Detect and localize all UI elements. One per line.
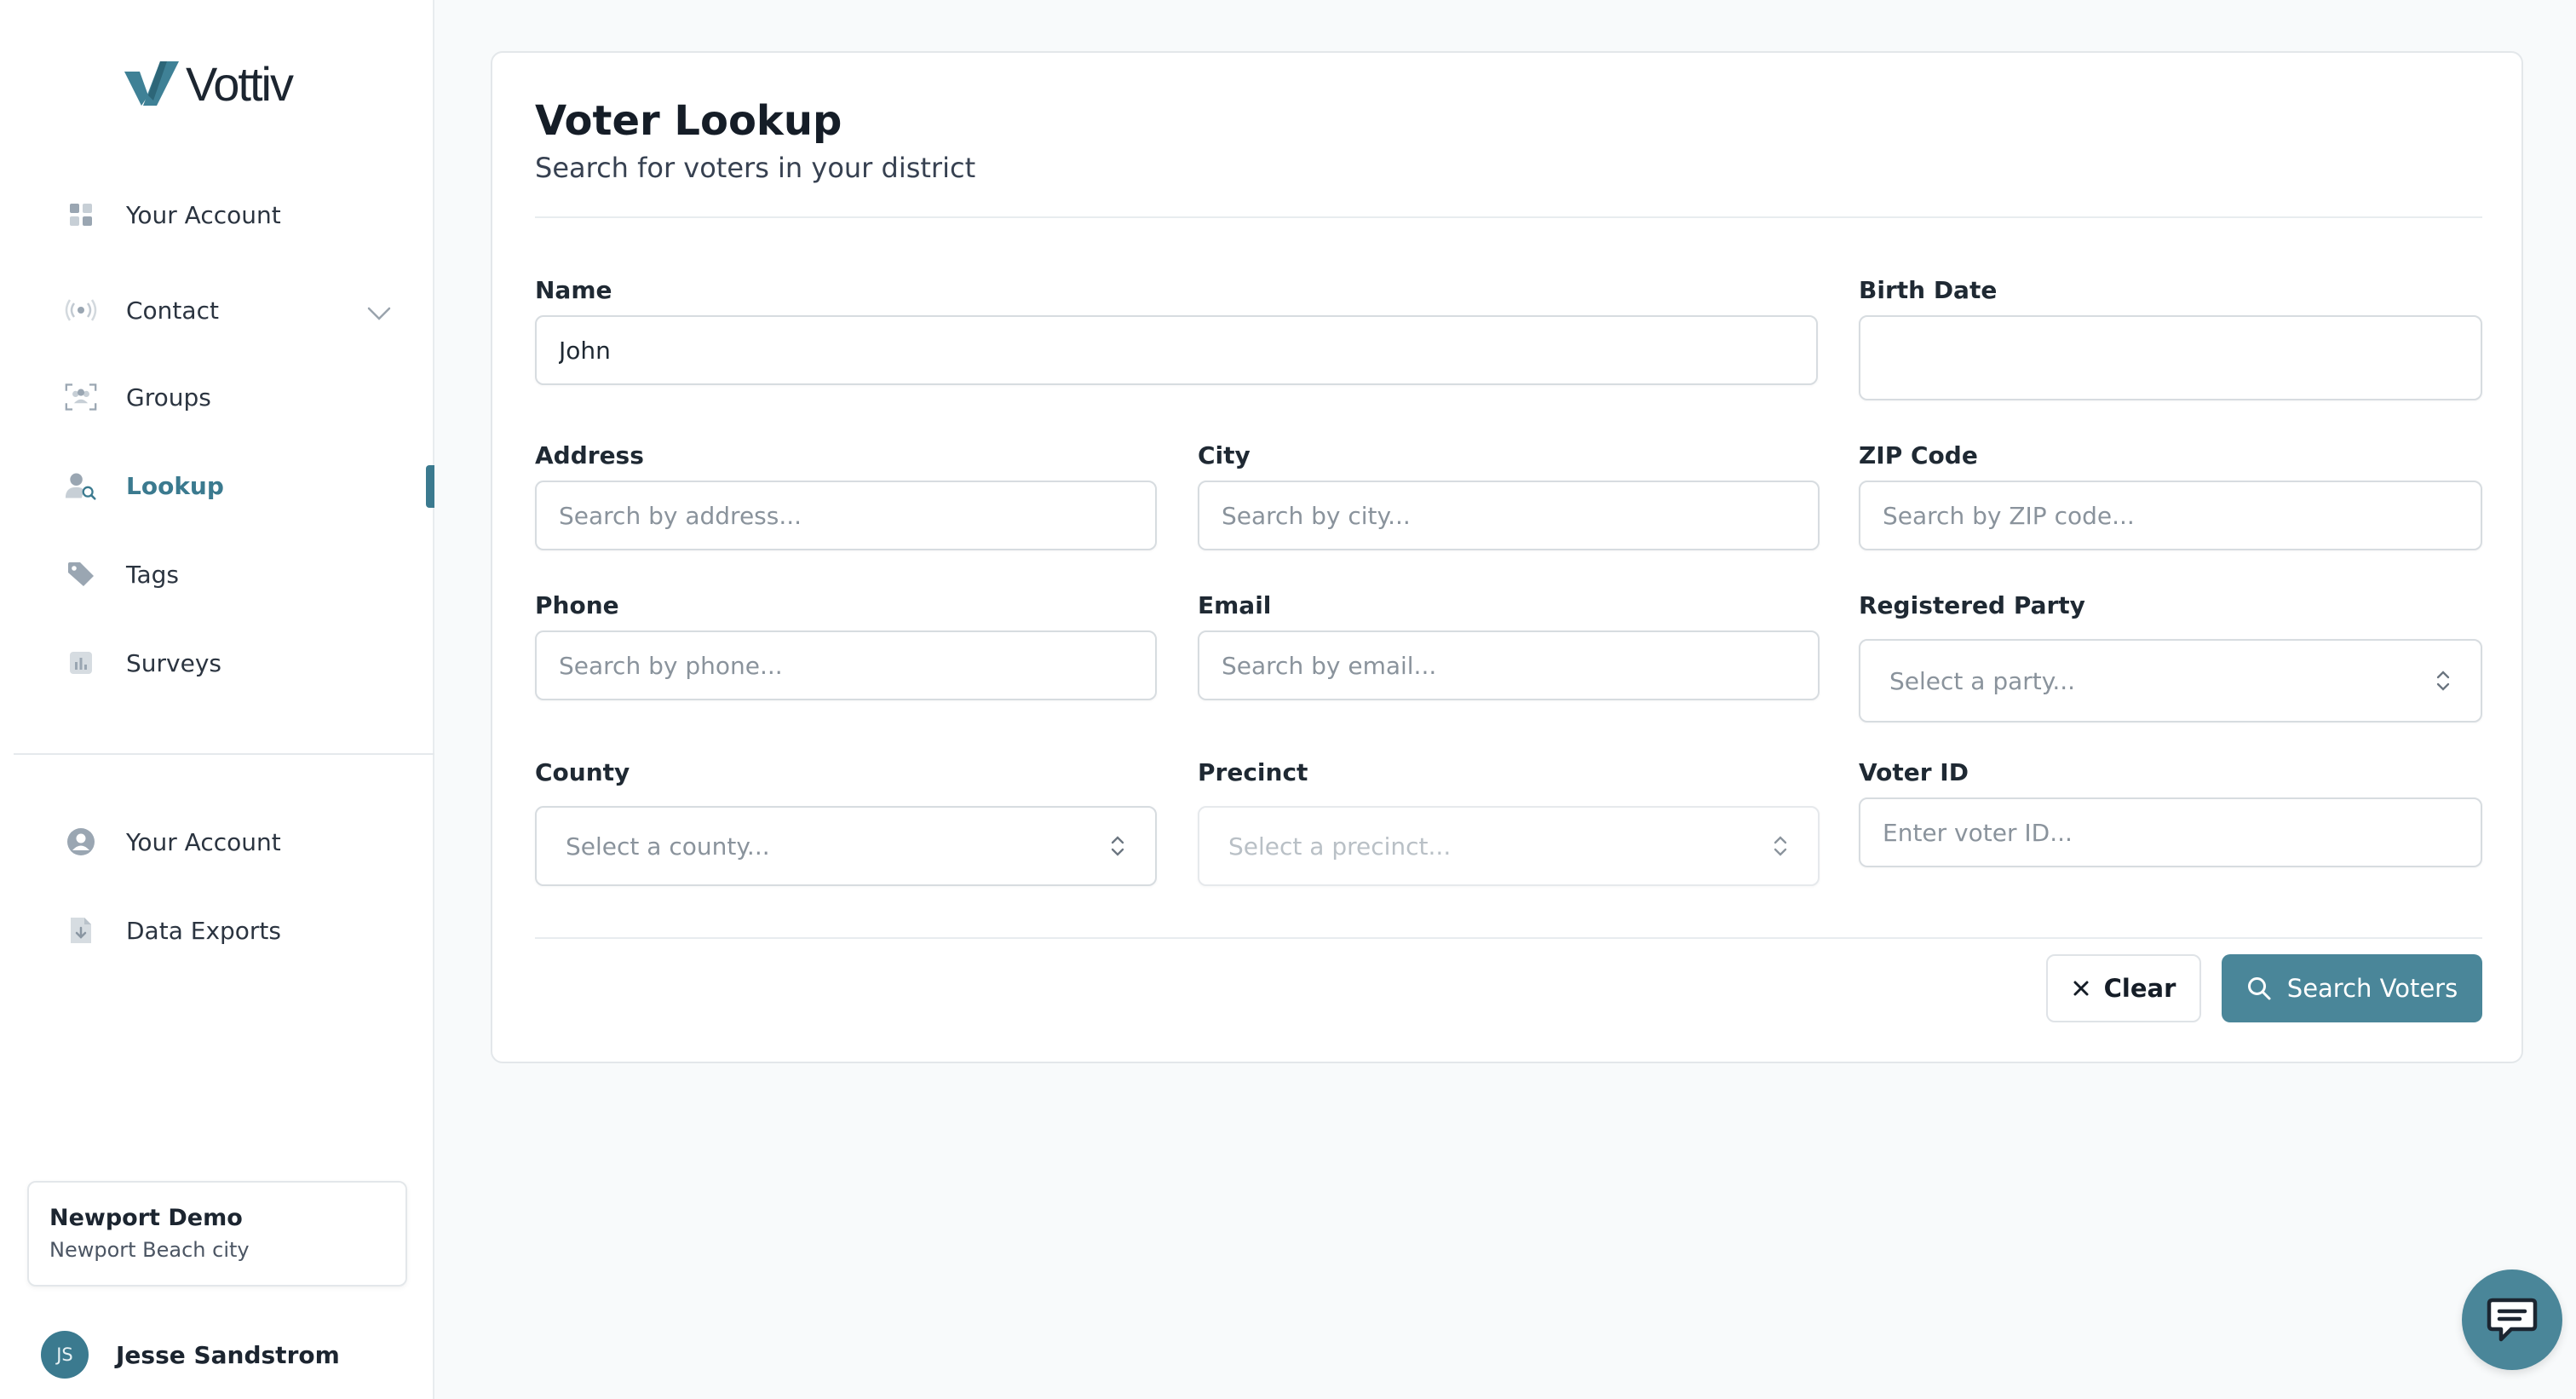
person-search-icon	[65, 469, 97, 502]
broadcast-icon	[65, 294, 97, 326]
tag-icon	[65, 558, 97, 590]
avatar: JS	[41, 1331, 89, 1379]
city-label: City	[1198, 441, 1251, 469]
birth-date-label: Birth Date	[1859, 276, 1998, 304]
email-label: Email	[1198, 591, 1272, 619]
phone-label: Phone	[535, 591, 619, 619]
brand-name: Vottiv	[186, 56, 294, 111]
sidebar-item-label: Contact	[126, 296, 219, 325]
sidebar-item-surveys[interactable]: Surveys	[65, 637, 221, 688]
search-icon	[2247, 977, 2271, 1000]
sidebar-item-label: Your Account	[126, 200, 281, 229]
sidebar-item-groups[interactable]: Groups	[65, 371, 211, 423]
sidebar-item-tags[interactable]: Tags	[65, 549, 179, 600]
name-label: Name	[535, 276, 612, 304]
user-circle-icon	[65, 826, 97, 858]
org-name: Newport Demo	[49, 1205, 243, 1231]
search-voters-button-label: Search Voters	[2286, 974, 2458, 1003]
sidebar-item-label: Tags	[126, 560, 179, 589]
voter-id-label: Voter ID	[1859, 758, 1969, 786]
organization-switcher[interactable]: Newport Demo Newport Beach city	[27, 1181, 407, 1287]
search-voters-button[interactable]: Search Voters	[2222, 954, 2482, 1022]
name-field[interactable]	[535, 315, 1818, 385]
chevron-down-icon[interactable]	[365, 298, 394, 327]
voter-id-field[interactable]	[1859, 797, 2482, 867]
sidebar-divider	[14, 753, 434, 755]
county-label: County	[535, 758, 630, 786]
zip-field[interactable]	[1859, 481, 2482, 550]
county-select[interactable]: Select a county...	[535, 806, 1157, 886]
party-label: Registered Party	[1859, 591, 2085, 619]
party-select[interactable]: Select a party...	[1859, 639, 2482, 723]
address-field[interactable]	[535, 481, 1157, 550]
sidebar-item-data-exports[interactable]: Data Exports	[65, 905, 281, 956]
precinct-select-value: Select a precinct...	[1228, 832, 1452, 861]
chevron-up-down-icon	[2436, 671, 2450, 691]
sidebar-item-label: Your Account	[126, 827, 281, 856]
zip-label: ZIP Code	[1859, 441, 1978, 469]
file-download-icon	[65, 914, 97, 947]
birth-date-field[interactable]	[1859, 315, 2482, 400]
sidebar-item-your-account[interactable]: Your Account	[65, 189, 281, 240]
sidebar-item-label: Surveys	[126, 648, 221, 677]
dashboard-grid-icon	[65, 199, 97, 231]
county-select-value: Select a county...	[566, 832, 770, 861]
user-menu[interactable]: JS Jesse Sandstrom	[41, 1331, 340, 1379]
user-name: Jesse Sandstrom	[116, 1340, 340, 1369]
clear-button[interactable]: Clear	[2046, 954, 2201, 1022]
precinct-select[interactable]: Select a precinct...	[1198, 806, 1820, 886]
phone-field[interactable]	[535, 630, 1157, 700]
sidebar-item-label: Lookup	[126, 471, 224, 500]
chat-icon	[2487, 1298, 2538, 1342]
voter-lookup-card: Voter Lookup Search for voters in your d…	[491, 51, 2523, 1063]
chat-widget-button[interactable]	[2462, 1269, 2562, 1370]
sidebar: Vottiv Your Account Contact Groups Looku…	[0, 0, 434, 1399]
close-icon	[2073, 981, 2089, 996]
bar-chart-icon	[65, 647, 97, 679]
chevron-up-down-icon	[1111, 836, 1124, 856]
chevron-up-down-icon	[1774, 836, 1787, 856]
groups-icon	[65, 381, 97, 413]
city-field[interactable]	[1198, 481, 1820, 550]
org-subtitle: Newport Beach city	[49, 1238, 250, 1262]
page-subtitle: Search for voters in your district	[535, 152, 976, 184]
page-title: Voter Lookup	[535, 97, 842, 145]
actions-divider	[535, 937, 2482, 939]
sidebar-item-lookup[interactable]: Lookup	[65, 460, 224, 511]
vottiv-logo[interactable]: Vottiv	[123, 56, 294, 111]
sidebar-item-label: Data Exports	[126, 916, 281, 945]
clear-button-label: Clear	[2103, 974, 2176, 1003]
app-root: Vottiv Your Account Contact Groups Looku…	[0, 0, 2576, 1399]
sidebar-item-your-account-profile[interactable]: Your Account	[65, 816, 281, 867]
vottiv-check-icon	[124, 61, 179, 106]
active-indicator	[426, 465, 434, 508]
precinct-label: Precinct	[1198, 758, 1308, 786]
header-divider	[535, 216, 2482, 218]
sidebar-item-label: Groups	[126, 383, 211, 412]
party-select-value: Select a party...	[1889, 666, 2076, 695]
email-field[interactable]	[1198, 630, 1820, 700]
address-label: Address	[535, 441, 644, 469]
sidebar-item-contact[interactable]: Contact	[65, 285, 219, 336]
